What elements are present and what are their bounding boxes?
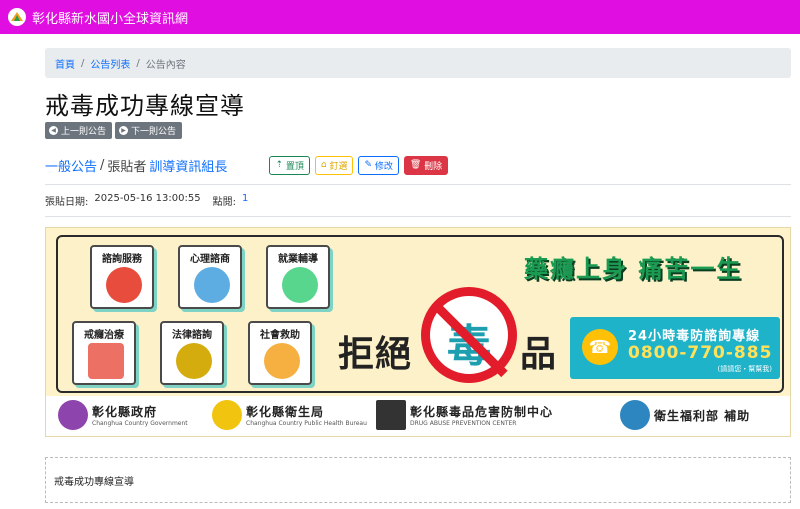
qr-code-icon xyxy=(376,400,406,430)
next-post-button[interactable]: ▶ 下一則公告 xyxy=(115,122,183,139)
chevron-left-icon: ◀ xyxy=(49,126,58,135)
divider xyxy=(45,184,791,185)
set-top-button[interactable]: ⇡ 置頂 xyxy=(269,155,310,175)
hospital-icon xyxy=(88,343,124,379)
pin-button[interactable]: ⌂ 釘選 xyxy=(314,155,354,175)
breadcrumb-separator: / xyxy=(136,57,140,69)
edit-icon: ✎ xyxy=(364,160,375,170)
post-content: 戒毒成功專線宣導 xyxy=(45,457,791,503)
people-group-icon xyxy=(282,267,318,303)
no-drugs-icon: 毒 xyxy=(421,287,517,383)
set-top-label: 置頂 xyxy=(285,161,304,172)
site-title-link[interactable]: 彰化縣新水國小全球資訊網 xyxy=(32,8,188,27)
post-info-row: 張貼日期: 2025-05-16 13:00:55 點閱: 1 xyxy=(45,193,248,208)
service-label: 就業輔導 xyxy=(278,254,318,265)
edit-label: 修改 xyxy=(374,161,393,172)
pin-icon: ⌂ xyxy=(320,160,330,170)
service-label: 社會救助 xyxy=(260,330,300,341)
logo-name: 彰化縣政府 xyxy=(92,405,158,419)
logo-sub: Changhua Country Government xyxy=(92,420,188,427)
trash-icon: 🗑 xyxy=(409,160,425,170)
service-legal: 法律諮詢 xyxy=(160,321,224,385)
sponsor-logos: 彰化縣政府 Changhua Country Government 彰化縣衛生局… xyxy=(46,396,790,436)
banner-refuse-text: 拒絕 xyxy=(338,334,413,375)
hotline-box: ☎ 24小時毒防諮詢專線 0800-770-885 (請請您・幫幫我) xyxy=(570,317,780,379)
helping-hand-icon xyxy=(264,343,300,379)
delete-label: 刪除 xyxy=(424,161,443,172)
counselor-icon xyxy=(194,267,230,303)
school-logo-icon[interactable] xyxy=(8,8,26,26)
page-title: 戒毒成功專線宣導 xyxy=(45,92,245,120)
service-label: 戒癮治療 xyxy=(84,330,124,341)
next-post-label: 下一則公告 xyxy=(131,127,177,137)
edit-button[interactable]: ✎ 修改 xyxy=(358,155,399,175)
service-employment: 就業輔導 xyxy=(266,245,330,309)
top-navbar: 彰化縣新水國小全球資訊網 xyxy=(0,0,800,34)
hotline-number: 0800-770-885 xyxy=(628,343,773,363)
divider xyxy=(45,216,791,217)
chevron-right-icon: ▶ xyxy=(119,126,129,135)
breadcrumb-list-link[interactable]: 公告列表 xyxy=(90,56,130,71)
service-label: 心理諮商 xyxy=(190,254,230,265)
prev-post-label: 上一則公告 xyxy=(61,127,107,137)
phone-icon: ☎ xyxy=(582,329,618,365)
sort-up-icon: ⇡ xyxy=(275,160,286,170)
hits-value: 1 xyxy=(241,193,249,204)
scales-icon xyxy=(176,343,212,379)
prev-next-nav: ◀ 上一則公告 ▶ 下一則公告 xyxy=(45,122,183,139)
hotline-title: 24小時毒防諮詢專線 xyxy=(628,329,761,344)
breadcrumb: 首頁 / 公告列表 / 公告內容 xyxy=(45,48,791,78)
logo-sub: DRUG ABUSE PREVENTION CENTER xyxy=(410,420,517,427)
post-actions: ⇡ 置頂 ⌂ 釘選 ✎ 修改 🗑 刪除 xyxy=(269,155,449,175)
service-consult: 諮詢服務 xyxy=(90,245,154,309)
poster-name-link[interactable]: 訓導資訊組長 xyxy=(149,156,227,175)
logo-changhua-gov: 彰化縣政府 Changhua Country Government xyxy=(58,400,188,430)
banner-slogan: 藥癮上身 痛苦一生 xyxy=(524,255,743,283)
breadcrumb-home-link[interactable]: 首頁 xyxy=(55,56,75,71)
logo-name: 彰化縣衛生局 xyxy=(246,405,325,419)
hotline-note: (請請您・幫幫我) xyxy=(717,365,772,373)
hits-label: 點閱: xyxy=(212,197,236,208)
banner-product-text: 品 xyxy=(520,334,557,375)
logo-drug-prevention-center: 彰化縣毒品危害防制中心 DRUG ABUSE PREVENTION CENTER xyxy=(376,400,553,430)
service-treatment: 戒癮治療 xyxy=(72,321,136,385)
changhua-gov-emblem-icon xyxy=(58,400,88,430)
date-label: 張貼日期: xyxy=(45,197,89,208)
logo-name: 衛生福利部 補助 xyxy=(654,408,751,423)
service-counseling: 心理諮商 xyxy=(178,245,242,309)
telephone-icon xyxy=(106,267,142,303)
logo-mohw: 衛生福利部 補助 xyxy=(620,400,750,430)
health-bureau-emblem-icon xyxy=(212,400,242,430)
pin-label: 釘選 xyxy=(329,161,348,172)
logo-sub: Changhua Country Public Health Bureau xyxy=(246,420,367,427)
post-meta-row: 一般公告 / 張貼者 訓導資訊組長 ⇡ 置頂 ⌂ 釘選 ✎ 修改 🗑 刪除 xyxy=(45,152,791,178)
banner-panel: 諮詢服務 心理諮商 就業輔導 戒癮治療 法律諮詢 社會救助 藥癮上身 痛苦一生 … xyxy=(56,235,784,393)
logo-health-bureau: 彰化縣衛生局 Changhua Country Public Health Bu… xyxy=(212,400,367,430)
meta-separator: / xyxy=(100,157,105,173)
mohw-emblem-icon xyxy=(620,400,650,430)
category-link[interactable]: 一般公告 xyxy=(45,156,97,175)
poster-label: 張貼者 xyxy=(107,159,147,175)
delete-button[interactable]: 🗑 刪除 xyxy=(403,155,449,175)
post-body-text: 戒毒成功專線宣導 xyxy=(54,476,134,488)
date-value: 2025-05-16 13:00:55 xyxy=(94,193,201,204)
service-welfare: 社會救助 xyxy=(248,321,312,385)
service-label: 法律諮詢 xyxy=(172,330,212,341)
breadcrumb-separator: / xyxy=(81,57,85,69)
prev-post-button[interactable]: ◀ 上一則公告 xyxy=(45,122,113,139)
service-label: 諮詢服務 xyxy=(102,254,142,265)
anti-drug-banner: 諮詢服務 心理諮商 就業輔導 戒癮治療 法律諮詢 社會救助 藥癮上身 痛苦一生 … xyxy=(45,227,791,437)
logo-name: 彰化縣毒品危害防制中心 xyxy=(410,405,554,419)
breadcrumb-current: 公告內容 xyxy=(145,59,186,71)
